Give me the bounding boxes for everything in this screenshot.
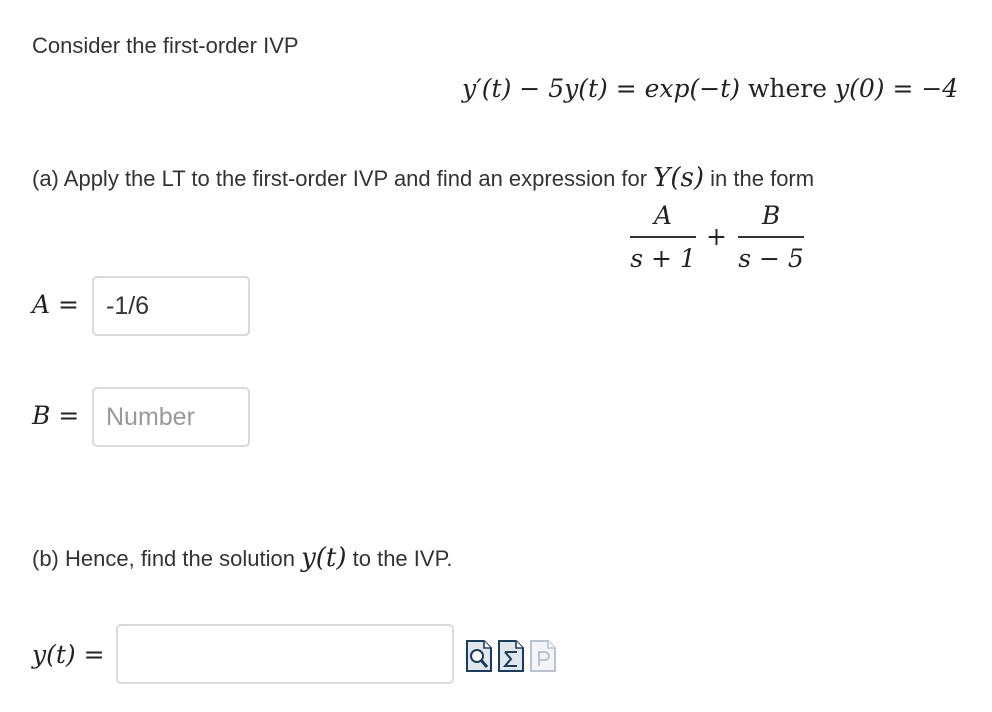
preview-icon[interactable] bbox=[466, 640, 492, 672]
part-a-prompt: (a) Apply the LT to the first-order IVP … bbox=[32, 163, 814, 193]
a-label: A = bbox=[32, 290, 79, 319]
y-label: y(t) = bbox=[32, 640, 105, 669]
equation-editor-icon[interactable] bbox=[498, 640, 524, 672]
fraction-a: A s + 1 bbox=[630, 201, 696, 273]
part-b-suffix: to the IVP. bbox=[352, 546, 453, 571]
fraction-b: B s − 5 bbox=[738, 201, 804, 273]
a-input[interactable] bbox=[92, 276, 250, 336]
b-label: B = bbox=[32, 401, 80, 430]
ivp-equation: y′(t) − 5y(t) = exp(−t) where y(0) = −4 bbox=[462, 74, 958, 103]
fraction-b-denominator: s − 5 bbox=[738, 243, 804, 273]
plus-sign: + bbox=[706, 222, 727, 251]
ivp-where: where bbox=[747, 74, 828, 103]
part-b-symbol: y(t) bbox=[301, 543, 347, 573]
fraction-b-bar bbox=[738, 236, 804, 238]
fraction-b-numerator: B bbox=[761, 201, 781, 230]
part-a-symbol: Y(s) bbox=[653, 163, 705, 193]
ivp-lhs: y′(t) − 5y(t) = exp(−t) bbox=[462, 74, 741, 103]
y-input[interactable] bbox=[116, 624, 454, 684]
part-b-prefix: (b) Hence, find the solution bbox=[32, 546, 295, 571]
part-b-prompt: (b) Hence, find the solution y(t) to the… bbox=[32, 543, 453, 573]
ivp-initial-condition: y(0) = −4 bbox=[834, 74, 959, 103]
parse-icon[interactable] bbox=[530, 640, 556, 672]
fraction-a-numerator: A bbox=[653, 201, 673, 230]
fraction-a-bar bbox=[630, 236, 696, 238]
part-a-prefix: (a) Apply the LT to the first-order IVP … bbox=[32, 166, 648, 191]
intro-text: Consider the first-order IVP bbox=[32, 33, 299, 58]
fraction-a-denominator: s + 1 bbox=[630, 243, 696, 273]
part-a-suffix: in the form bbox=[710, 166, 815, 191]
b-input[interactable] bbox=[92, 387, 250, 447]
